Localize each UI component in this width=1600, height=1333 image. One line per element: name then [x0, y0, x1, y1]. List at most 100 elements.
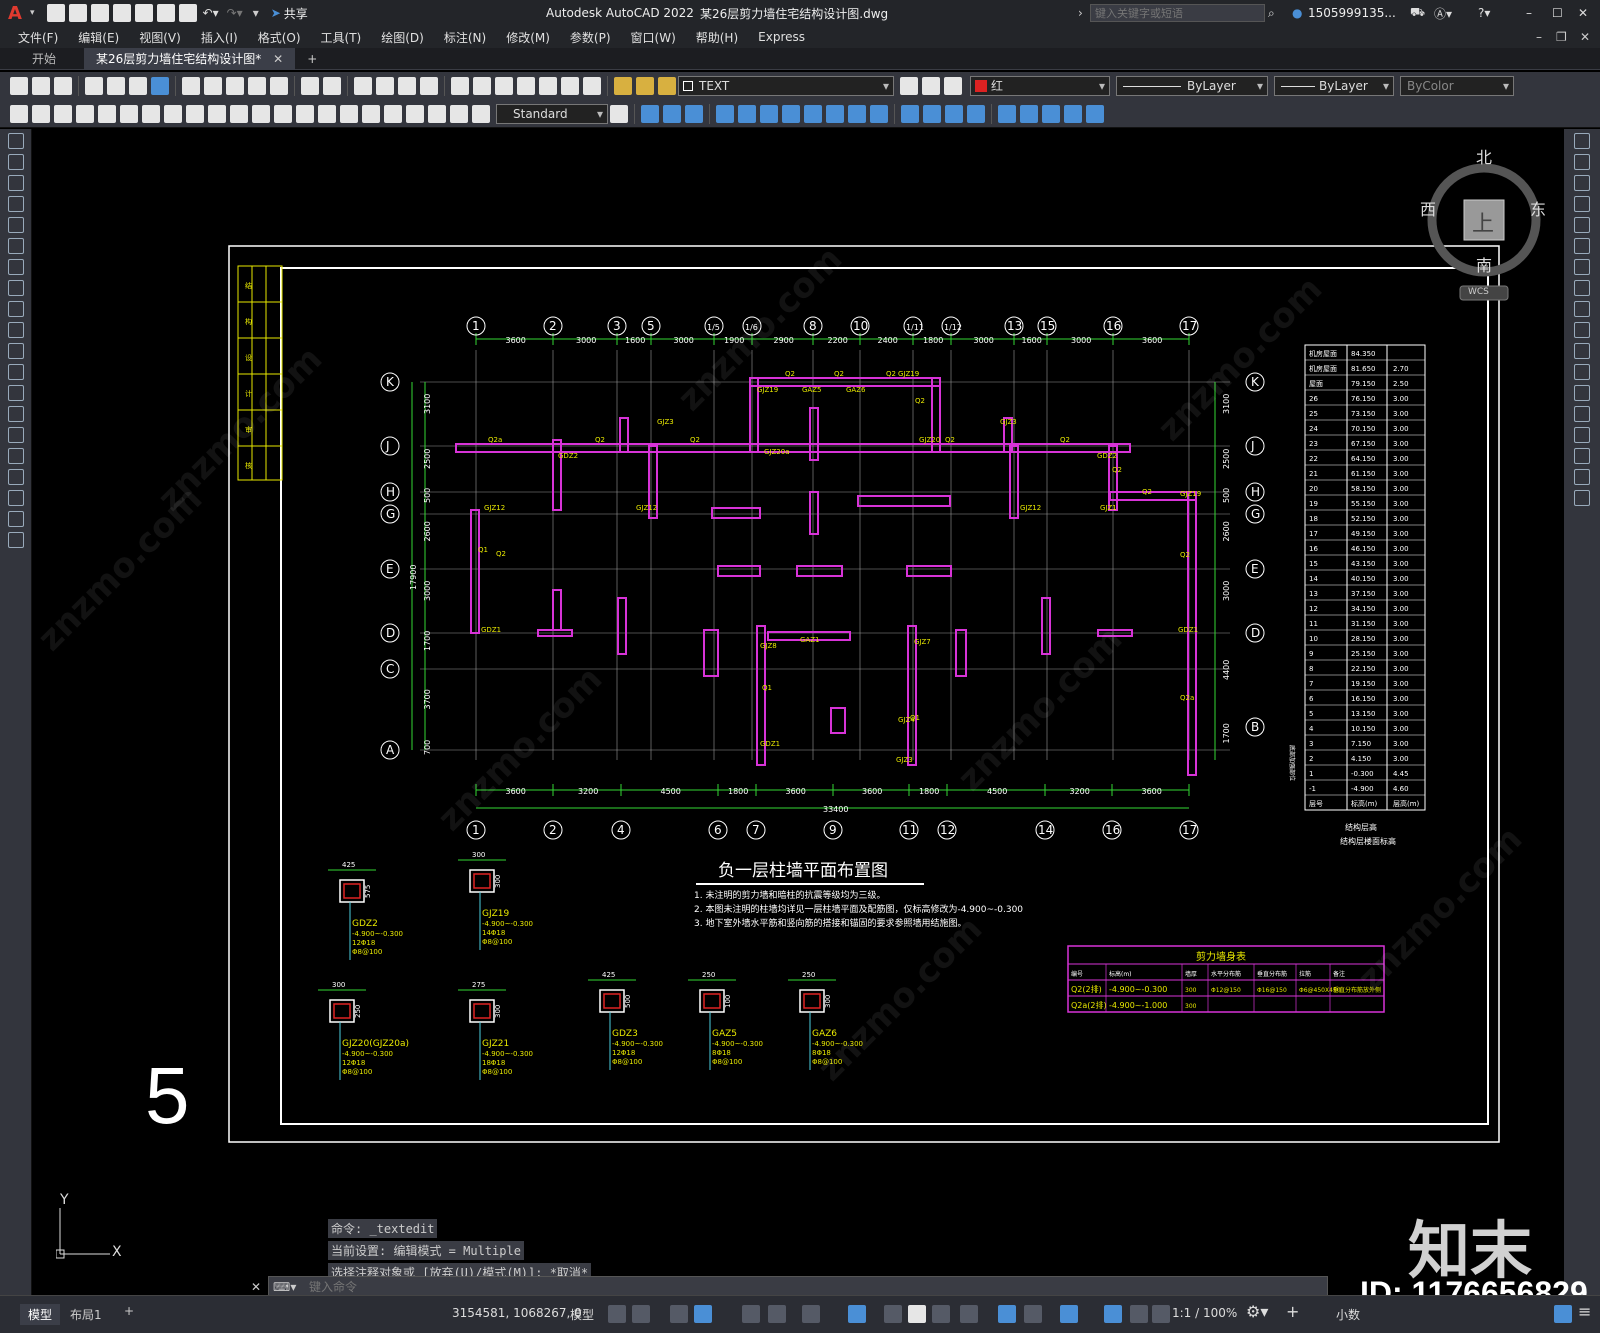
extend-icon[interactable]	[1574, 343, 1590, 359]
explode-icon[interactable]	[1574, 490, 1590, 506]
transparency-icon[interactable]	[908, 1305, 926, 1323]
object-snap-icon[interactable]	[848, 1305, 866, 1323]
maximize-icon[interactable]: ☐	[1552, 6, 1563, 20]
3d-sphere-icon[interactable]	[716, 104, 734, 123]
construction-line-icon[interactable]	[7, 154, 24, 170]
copy-icon[interactable]	[204, 77, 222, 95]
cart-icon[interactable]: ⛟	[1410, 5, 1425, 21]
rotate-icon[interactable]	[1574, 259, 1590, 275]
menu-window[interactable]: 窗口(W)	[621, 29, 686, 46]
layer-freeze-icon[interactable]	[636, 77, 654, 95]
arc-icon[interactable]	[7, 238, 24, 254]
zoom-previous-icon[interactable]	[420, 77, 438, 95]
dimension-space-icon[interactable]	[296, 104, 314, 123]
dimension-continue-icon[interactable]	[274, 104, 292, 123]
command-input[interactable]	[309, 1280, 1209, 1294]
save-file-icon[interactable]	[54, 77, 72, 95]
dimension-break-icon[interactable]	[318, 104, 336, 123]
break-icon[interactable]	[1574, 385, 1590, 401]
dimstyle-dropdown[interactable]: Standard	[496, 103, 608, 124]
3d-array-icon[interactable]	[1086, 104, 1104, 123]
share-button[interactable]: 共享	[284, 5, 308, 22]
doc-minimize-icon[interactable]: –	[1536, 30, 1542, 44]
array-icon[interactable]	[1574, 217, 1590, 233]
3d-box-icon[interactable]	[641, 104, 659, 123]
add-layout-icon[interactable]: +	[124, 1304, 134, 1318]
menu-format[interactable]: 格式(O)	[248, 29, 311, 46]
infer-constraints-icon[interactable]	[670, 1305, 688, 1323]
plot-icon[interactable]	[178, 4, 197, 22]
compass-south[interactable]: 南	[1476, 252, 1492, 276]
object-snap-tracking-icon[interactable]	[802, 1305, 820, 1323]
doc-restore-icon[interactable]: ❐	[1556, 30, 1567, 44]
hatch-icon[interactable]	[7, 427, 24, 443]
menu-insert[interactable]: 插入(I)	[191, 29, 248, 46]
dimension-diameter-icon[interactable]	[186, 104, 204, 123]
menu-view[interactable]: 视图(V)	[129, 29, 191, 46]
3d-rotate-icon[interactable]	[1020, 104, 1038, 123]
print-icon[interactable]	[85, 77, 103, 95]
layer-properties-icon[interactable]	[900, 77, 918, 95]
stretch-icon[interactable]	[1574, 301, 1590, 317]
erase-icon[interactable]	[1574, 133, 1590, 149]
make-block-icon[interactable]	[7, 385, 24, 401]
design-center-icon[interactable]	[473, 77, 491, 95]
menu-help[interactable]: 帮助(H)	[686, 29, 748, 46]
menu-file[interactable]: 文件(F)	[8, 29, 68, 46]
trim-icon[interactable]	[1574, 322, 1590, 338]
dimension-baseline-icon[interactable]	[252, 104, 270, 123]
union-icon[interactable]	[901, 104, 919, 123]
close-icon[interactable]: ✕	[1578, 6, 1588, 20]
coordinates-readout[interactable]: 3154581, 1068267, 0	[452, 1306, 582, 1320]
table-icon[interactable]	[7, 490, 24, 506]
layout-tab-layout1[interactable]: 布局1	[70, 1306, 102, 1323]
dimension-edit-icon[interactable]	[428, 104, 446, 123]
new-icon[interactable]	[46, 4, 65, 22]
model-space-button[interactable]: 模型	[570, 1306, 594, 1323]
cut-icon[interactable]	[182, 77, 200, 95]
make-current-icon[interactable]	[922, 77, 940, 95]
user-icon[interactable]: ●	[1292, 6, 1302, 20]
fillet-icon[interactable]	[1574, 448, 1590, 464]
3d-pyramid-icon[interactable]	[782, 104, 800, 123]
3d-dwf-icon[interactable]	[151, 77, 169, 95]
dimension-jogged-icon[interactable]	[164, 104, 182, 123]
add-selected-icon[interactable]	[7, 532, 24, 548]
print-preview-icon[interactable]	[107, 77, 125, 95]
intersect-icon[interactable]	[945, 104, 963, 123]
dimension-arc-icon[interactable]	[98, 104, 116, 123]
plotstyle-dropdown[interactable]: ByColor	[1400, 76, 1514, 96]
match-properties-icon[interactable]	[248, 77, 266, 95]
polyline-icon[interactable]	[7, 175, 24, 191]
menu-modify[interactable]: 修改(M)	[496, 29, 560, 46]
layer-on-icon[interactable]	[614, 77, 632, 95]
menu-edit[interactable]: 编辑(E)	[68, 29, 129, 46]
slice-icon[interactable]	[967, 104, 985, 123]
3d-extrude-icon[interactable]	[804, 104, 822, 123]
ellipse-icon[interactable]	[7, 322, 24, 338]
annotation-visibility-icon[interactable]	[1104, 1305, 1122, 1323]
layer-lock-icon[interactable]	[658, 77, 676, 95]
polygon-icon[interactable]	[7, 196, 24, 212]
polar-icon[interactable]	[742, 1305, 760, 1323]
calculator-icon[interactable]	[561, 77, 579, 95]
multiline-text-icon[interactable]	[7, 511, 24, 527]
tab-drawing[interactable]: 某26层剪力墙住宅结构设计图* ✕	[84, 47, 296, 70]
viewcube[interactable]: 北 南 东 西 上 WCS	[1414, 148, 1554, 310]
open-web-icon[interactable]	[134, 4, 153, 22]
user-name[interactable]: 1505999135...	[1308, 6, 1396, 20]
tab-close-icon[interactable]: ✕	[273, 52, 283, 66]
selection-filter-icon[interactable]	[1024, 1305, 1042, 1323]
snap-icon[interactable]	[632, 1305, 650, 1323]
open-icon[interactable]	[68, 4, 87, 22]
save-as-icon[interactable]	[112, 4, 131, 22]
drawing-canvas[interactable]: 结 构 设 计 审 核 3600 3000 1600 3000 1900 2900 2200…	[33, 129, 1564, 1295]
annotation-monitor-icon[interactable]: +	[1286, 1302, 1299, 1321]
region-icon[interactable]	[7, 469, 24, 485]
inspect-icon[interactable]	[384, 104, 402, 123]
insert-block-icon[interactable]	[7, 364, 24, 380]
center-mark-icon[interactable]	[362, 104, 380, 123]
mirror-icon[interactable]	[1574, 175, 1590, 191]
jogged-linear-icon[interactable]	[406, 104, 424, 123]
3d-sweep-icon[interactable]	[848, 104, 866, 123]
